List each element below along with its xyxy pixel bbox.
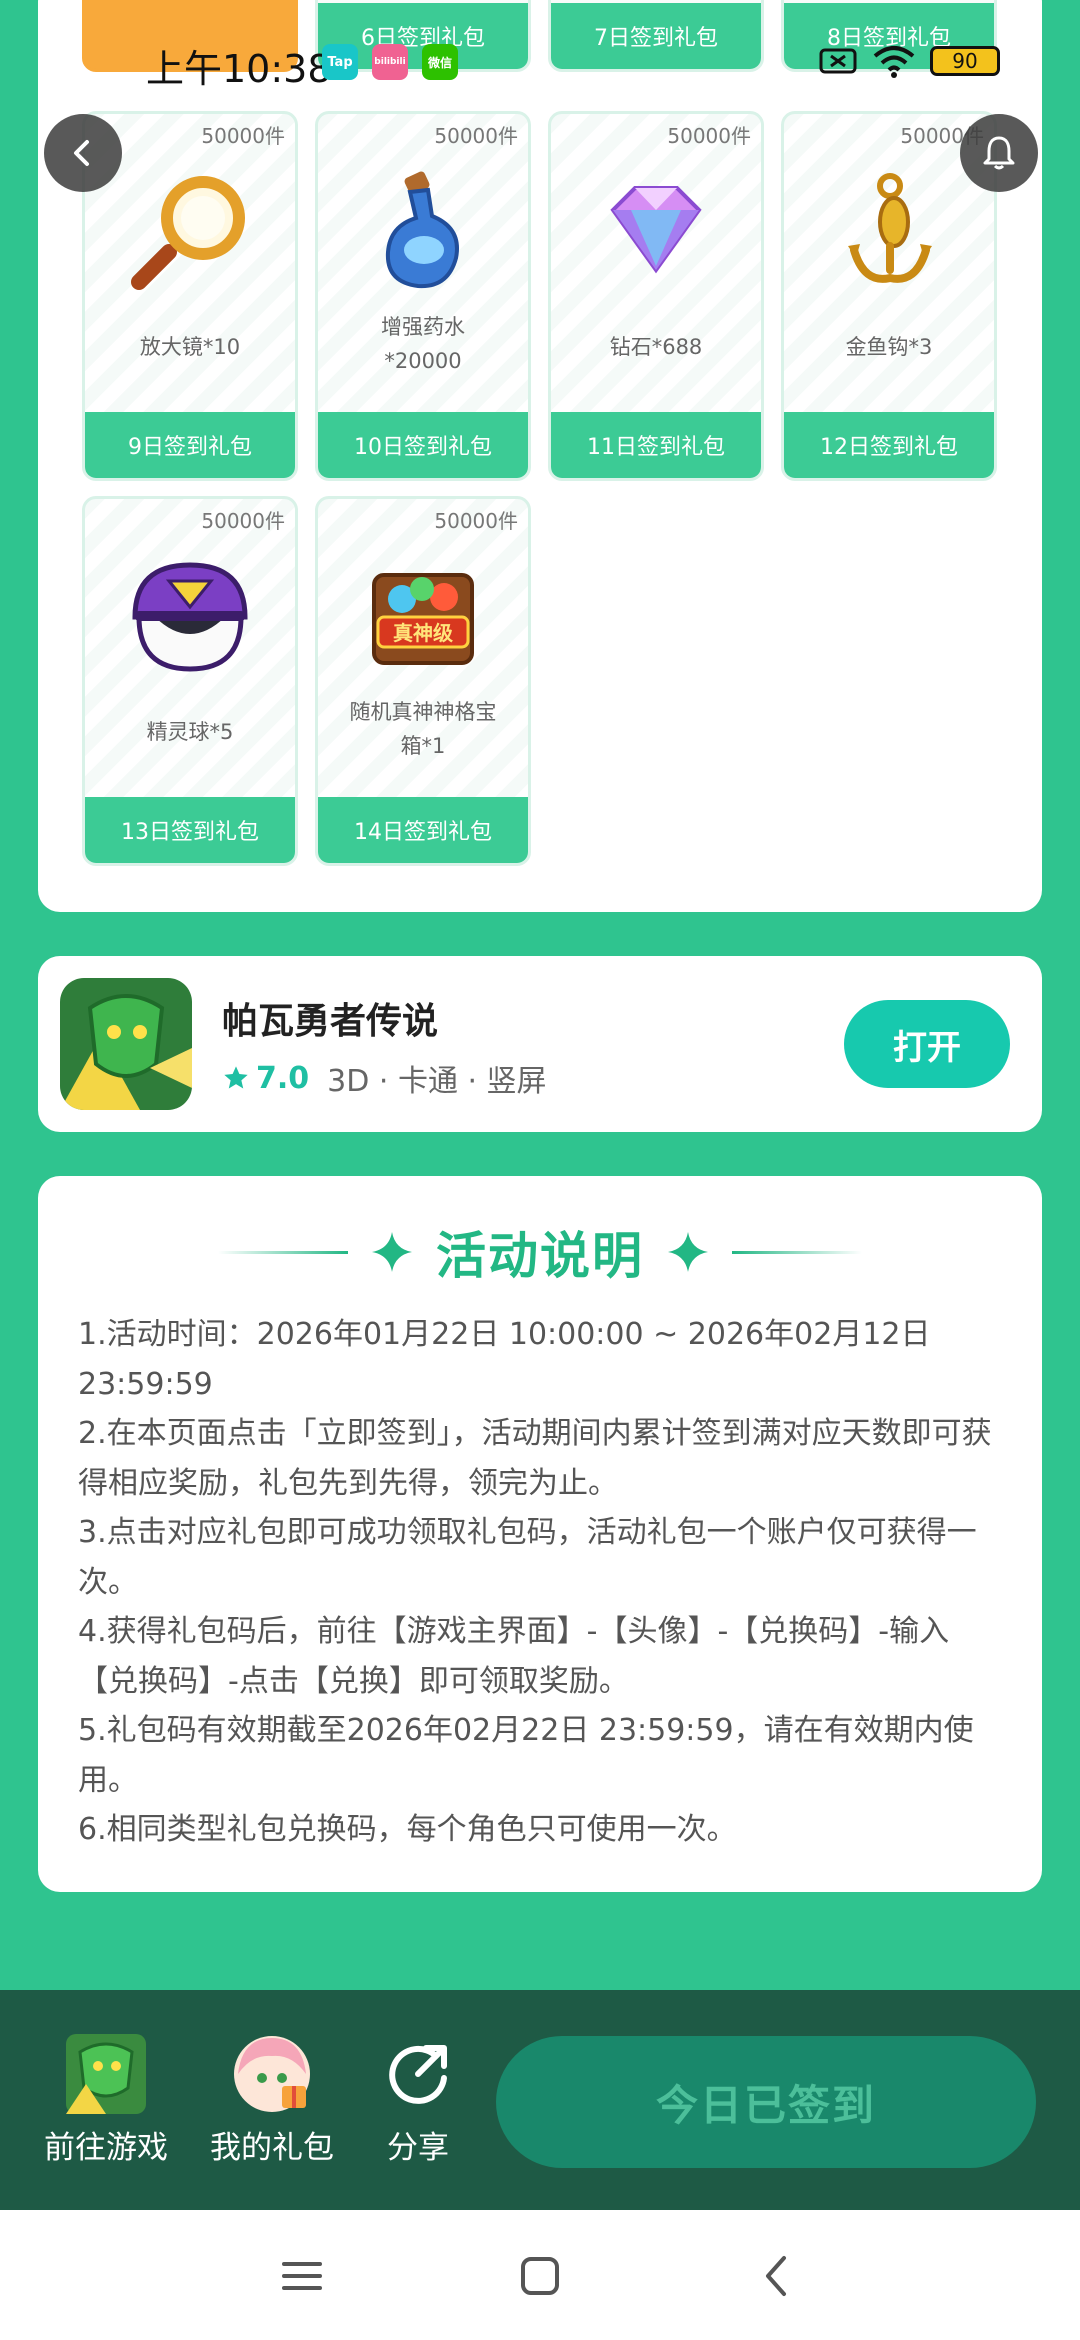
my-gifts-label: 我的礼包 xyxy=(210,2130,334,2166)
game-rating: 7.0 xyxy=(222,1061,309,1096)
go-to-game-label: 前往游戏 xyxy=(44,2130,168,2166)
rules-card: 活动说明 1.活动时间：2026年01月22日 10:00:00 ~ 2026年… xyxy=(38,1176,1042,1892)
game-info-card[interactable]: 帕瓦勇者传说 7.0 3D · 卡通 · 竖屏 打开 xyxy=(38,956,1042,1132)
rules-header: 活动说明 xyxy=(38,1220,1042,1285)
gift-stock: 50000件 xyxy=(434,124,518,148)
treasure-box-icon: 真神级 xyxy=(372,573,474,665)
signed-in-today-button[interactable]: 今日已签到 xyxy=(496,2036,1036,2168)
rules-title: 活动说明 xyxy=(436,1227,644,1285)
gift-stock: 50000件 xyxy=(201,124,285,148)
gift-name: 钻石*688 xyxy=(609,335,703,359)
game-app-icon[interactable] xyxy=(60,978,192,1110)
gift-item-10[interactable]: 50000件 增强药水 *20000 10日签到礼包 xyxy=(315,111,531,481)
gift-name: 精灵球*5 xyxy=(146,720,234,744)
status-bar: 上午10:38 Tap bilibili 微信 90 xyxy=(0,0,1080,120)
menu-icon[interactable] xyxy=(276,2250,328,2302)
sparkle-icon xyxy=(372,1232,412,1272)
potion-icon xyxy=(385,171,459,289)
open-game-button[interactable]: 打开 xyxy=(844,1000,1010,1088)
rules-divider-right xyxy=(732,1250,862,1254)
gift-card: 6日签到礼包 7日签到礼包 8日签到礼包 50000件 放大镜*10 9日签到礼… xyxy=(38,0,1042,912)
sim-card-icon xyxy=(819,48,857,74)
gift-claim-button[interactable]: 10日签到礼包 xyxy=(318,412,528,478)
status-indicators: 90 xyxy=(818,44,1000,78)
chevron-left-icon xyxy=(74,140,89,166)
rules-line: 3.点击对应礼包即可成功领取礼包码，活动礼包一个账户仅可获得一次。 xyxy=(78,1515,977,1600)
rules-line: 5.礼包码有效期截至2026年02月22日 23:59:59，请在有效期内使用。 xyxy=(78,1713,974,1798)
rules-line: 1.活动时间：2026年01月22日 10:00:00 ~ 2026年02月12… xyxy=(78,1317,931,1402)
wechat-icon: 微信 xyxy=(422,44,458,80)
hook-icon xyxy=(848,173,932,283)
share-button[interactable]: 分享 xyxy=(378,2034,458,2167)
game-avatar-icon xyxy=(66,2034,146,2114)
back-nav-icon[interactable] xyxy=(752,2250,804,2302)
my-gifts-button[interactable]: 我的礼包 xyxy=(210,2034,334,2167)
bottom-action-bar: 前往游戏 我的礼包 分享 今日已签到 xyxy=(0,1990,1080,2210)
gift-stock: 50000件 xyxy=(667,124,751,148)
gift-claim-button[interactable]: 13日签到礼包 xyxy=(85,797,295,863)
taptap-icon: Tap xyxy=(322,44,358,80)
gift-stock: 50000件 xyxy=(434,509,518,533)
back-button[interactable] xyxy=(44,114,122,192)
game-meta: 7.0 3D · 卡通 · 竖屏 xyxy=(222,1056,547,1100)
wifi-icon xyxy=(873,46,915,78)
gift-claim-button[interactable]: 11日签到礼包 xyxy=(551,412,761,478)
bilibili-icon: bilibili xyxy=(372,44,408,80)
gift-name: 金鱼钩*3 xyxy=(845,335,933,359)
gift-item-13[interactable]: 50000件 精灵球*5 13日签到礼包 xyxy=(82,496,298,866)
magnifier-icon xyxy=(131,176,245,290)
game-rating-value: 7.0 xyxy=(256,1060,310,1096)
game-title: 帕瓦勇者传说 xyxy=(222,1001,439,1042)
share-label: 分享 xyxy=(387,2130,449,2166)
spirit-ball-icon xyxy=(132,562,248,672)
rules-body: 1.活动时间：2026年01月22日 10:00:00 ~ 2026年02月12… xyxy=(78,1310,1006,1855)
status-time: 上午10:38 xyxy=(146,47,332,91)
system-nav-bar xyxy=(0,2210,1080,2340)
battery-indicator: 90 xyxy=(930,46,1000,76)
rules-divider-left xyxy=(218,1250,348,1254)
gift-claim-button[interactable]: 12日签到礼包 xyxy=(784,412,994,478)
gift-stock: 50000件 xyxy=(201,509,285,533)
diamond-icon xyxy=(610,186,702,274)
gift-name: 增强药水 *20000 xyxy=(381,315,465,373)
home-icon[interactable] xyxy=(514,2250,566,2302)
game-tags: 3D · 卡通 · 竖屏 xyxy=(327,1064,547,1099)
rules-line: 4.获得礼包码后，前往【游戏主界面】-【头像】-【兑换码】-输入【兑换码】-点击… xyxy=(78,1614,950,1699)
gift-item-11[interactable]: 50000件 钻石*688 11日签到礼包 xyxy=(548,111,764,481)
gift-item-14[interactable]: 50000件 真神级 随机真神神格宝 箱*1 14日签到礼包 xyxy=(315,496,531,866)
go-to-game-button[interactable]: 前往游戏 xyxy=(44,2034,168,2167)
rules-line: 2.在本页面点击「立即签到」，活动期间内累计签到满对应天数即可获得相应奖励，礼包… xyxy=(78,1416,992,1501)
gift-name: 随机真神神格宝 箱*1 xyxy=(349,700,497,758)
share-icon xyxy=(389,2045,447,2104)
box-badge: 真神级 xyxy=(393,621,453,645)
rules-line: 6.相同类型礼包兑换码，每个角色只可使用一次。 xyxy=(78,1812,737,1847)
gift-claim-button[interactable]: 9日签到礼包 xyxy=(85,412,295,478)
notification-button[interactable] xyxy=(960,114,1038,192)
gift-claim-button[interactable]: 14日签到礼包 xyxy=(318,797,528,863)
star-icon xyxy=(224,1066,248,1089)
user-avatar-icon xyxy=(234,2036,310,2112)
bell-icon xyxy=(983,136,1015,170)
sparkle-icon xyxy=(668,1232,708,1272)
gift-name: 放大镜*10 xyxy=(139,335,241,359)
